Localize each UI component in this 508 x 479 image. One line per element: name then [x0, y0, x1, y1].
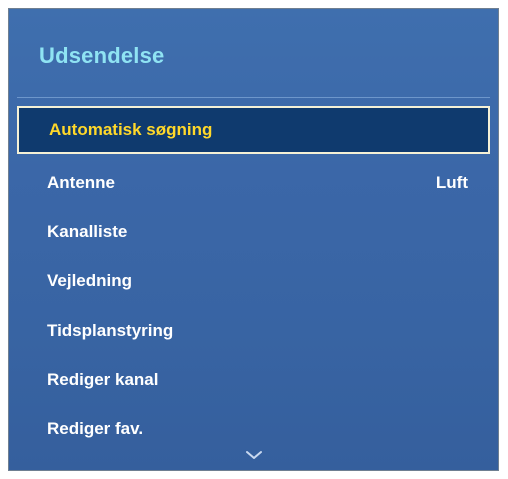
menu-item-label: Automatisk søgning	[49, 120, 213, 139]
menu-item-rediger-fav[interactable]: Rediger fav.	[9, 405, 498, 453]
menu-item-automatisk-sogning[interactable]: Automatisk søgning	[17, 106, 490, 154]
menu-item-kanalliste[interactable]: Kanalliste	[9, 208, 498, 256]
menu-item-label: Rediger fav.	[47, 418, 144, 438]
menu-item-label: Kanalliste	[47, 222, 128, 242]
menu-item-value: Luft	[435, 173, 468, 192]
menu-item-label: Tidsplanstyring	[47, 320, 174, 340]
menu-item-antenne[interactable]: Antenne Luft	[9, 159, 498, 207]
title-divider	[17, 97, 490, 98]
menu-item-vejledning[interactable]: Vejledning	[9, 257, 498, 305]
panel-title: Udsendelse	[39, 43, 165, 68]
menu-item-label: Antenne	[47, 173, 115, 192]
menu-item-rediger-kanal[interactable]: Rediger kanal	[9, 356, 498, 404]
menu-item-tidsplanstyring[interactable]: Tidsplanstyring	[9, 307, 498, 355]
chevron-down-icon[interactable]	[244, 448, 264, 462]
menu-item-label: Vejledning	[47, 271, 133, 291]
menu-item-label: Rediger kanal	[47, 369, 159, 389]
broadcast-menu-panel: Udsendelse Automatisk søgning Antenne Lu…	[8, 8, 499, 471]
menu-list: Automatisk søgning Antenne Luft Kanallis…	[9, 106, 498, 454]
